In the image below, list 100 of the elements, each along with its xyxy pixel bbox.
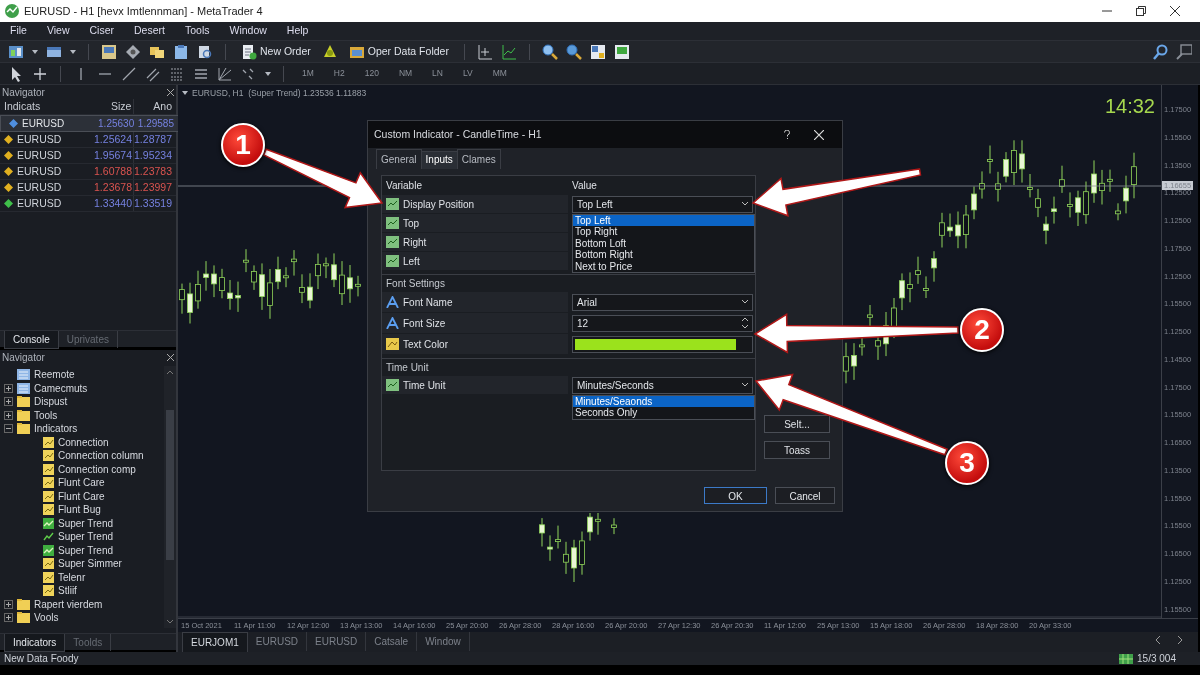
expand-icon[interactable] — [4, 613, 13, 623]
tree-item[interactable]: Flunt Bug — [58, 502, 101, 518]
tree-item[interactable]: Flunt Care — [58, 488, 105, 504]
caret-icon[interactable] — [70, 49, 76, 54]
close-icon[interactable] — [1170, 6, 1180, 16]
dropdown-option[interactable]: Next to Price — [573, 260, 754, 272]
tile-icon[interactable] — [589, 43, 606, 60]
dropdown-option[interactable]: Minutes/Seaonds — [573, 395, 754, 407]
dropdown-field[interactable]: Arial — [572, 293, 753, 311]
timeframe-button[interactable]: NM — [392, 67, 419, 80]
tree-item[interactable]: Super Simmer — [58, 556, 122, 572]
crosshair-icon[interactable] — [32, 65, 48, 82]
dropdown-option[interactable]: Seconds Only — [573, 407, 754, 419]
expand-icon[interactable] — [4, 599, 13, 609]
scroll-left-icon[interactable] — [1156, 636, 1161, 644]
dialog-tab[interactable]: Clames — [456, 149, 501, 169]
dropdown-field[interactable]: Top Left — [572, 195, 753, 213]
tree-item[interactable]: Dispust — [34, 394, 68, 410]
menu-item[interactable]: File — [0, 23, 37, 39]
dialog-button[interactable]: OK — [704, 487, 767, 504]
expert-icon[interactable] — [321, 43, 338, 60]
dialog-button[interactable]: Cancel — [775, 487, 835, 504]
tree-item[interactable]: Stliif — [58, 583, 77, 599]
caret-icon[interactable] — [32, 49, 38, 54]
gann-icon[interactable] — [217, 65, 233, 82]
timeframe-button[interactable]: H2 — [327, 67, 351, 80]
chart-tab[interactable]: Catsale — [366, 632, 418, 651]
tree-item[interactable]: Camecmuts — [34, 380, 88, 396]
timeframe-button[interactable]: LV — [457, 67, 479, 80]
chart-window-icon[interactable] — [101, 43, 117, 60]
tree-item[interactable]: Tools — [34, 407, 58, 423]
symbol-name[interactable]: EURUSD — [17, 179, 62, 196]
fibonacci-icon[interactable] — [169, 65, 185, 82]
panel-tab[interactable]: Indicators — [4, 634, 66, 652]
panel-tab[interactable]: Console — [4, 331, 59, 349]
color-field[interactable] — [572, 335, 753, 353]
dropdown-option[interactable]: Top Right — [573, 226, 754, 238]
expand-icon[interactable] — [4, 383, 13, 393]
screenshot-icon[interactable] — [613, 43, 630, 60]
symbol-name[interactable]: EURUSD — [22, 116, 65, 131]
column-header[interactable]: Value — [568, 177, 753, 193]
caret-icon[interactable] — [265, 71, 271, 76]
expand-icon[interactable] — [4, 397, 13, 407]
chart-tab[interactable]: Window — [417, 632, 470, 651]
chart-tab[interactable]: EURUSD — [307, 632, 367, 651]
tree-item[interactable]: Rapert vierdem — [34, 596, 103, 612]
clipboard-icon[interactable] — [173, 43, 189, 60]
magnifier-icon[interactable] — [197, 43, 213, 60]
tree-item[interactable]: Super Trend — [58, 529, 114, 545]
dropdown-option[interactable]: Bottom Loft — [573, 237, 754, 249]
timeframe-button[interactable]: LN — [426, 67, 449, 80]
expand-icon[interactable] — [4, 410, 13, 420]
symbol-name[interactable]: EURUSD — [17, 163, 62, 180]
dropdown-option[interactable]: Bottom Right — [573, 249, 754, 261]
timeframe-button[interactable]: 1M — [296, 67, 320, 80]
search-icon[interactable] — [1152, 43, 1168, 60]
column-header[interactable]: Size — [94, 98, 135, 115]
tree-item[interactable]: Super Trend — [58, 515, 114, 531]
symbol-name[interactable]: EURUSD — [17, 195, 62, 212]
line-chart-icon[interactable] — [500, 43, 517, 60]
tree-item[interactable]: Reemote — [34, 367, 75, 383]
menu-item[interactable]: Ciser — [79, 23, 124, 39]
dialog-tab[interactable]: Inputs — [420, 151, 458, 169]
timeframe-button[interactable]: 120 — [358, 67, 385, 80]
zoom-in-icon[interactable] — [541, 43, 558, 60]
menu-item[interactable]: Tools — [174, 23, 220, 39]
timeframe-button[interactable]: MM — [486, 67, 513, 80]
tree-item[interactable]: Super Trend — [58, 542, 114, 558]
close-icon[interactable] — [167, 353, 174, 361]
menu-item[interactable]: Window — [219, 23, 277, 39]
help-icon[interactable] — [784, 130, 790, 139]
tree-item[interactable]: Connection column — [58, 448, 144, 464]
navigator-icon[interactable] — [125, 43, 141, 60]
chart-tab[interactable]: EURUSD — [247, 632, 308, 651]
symbol-name[interactable]: EURUSD — [17, 147, 62, 164]
menu-item[interactable]: Help — [276, 23, 319, 39]
side-button[interactable]: Selt... — [764, 415, 830, 433]
spin-field[interactable]: 12 — [572, 314, 753, 332]
symbol-name[interactable]: EURUSD — [17, 131, 62, 148]
tree-item[interactable]: Flunt Care — [58, 475, 105, 491]
new-chart-icon[interactable] — [8, 43, 24, 60]
close-icon[interactable] — [167, 88, 174, 96]
trend-line-icon[interactable] — [121, 65, 137, 82]
chart-tab[interactable]: EURJOM1 — [182, 632, 248, 653]
tree-item[interactable]: Telenr — [58, 569, 86, 585]
data-folder-button[interactable]: Oper Data Folder — [345, 43, 452, 60]
dropdown-field[interactable]: Minutes/Seconds — [572, 376, 753, 394]
new-order-button[interactable]: New Order — [238, 43, 314, 60]
menu-item[interactable]: View — [36, 23, 80, 39]
collapse-icon[interactable] — [4, 424, 13, 434]
tree-item[interactable]: Connection — [58, 434, 109, 450]
column-header[interactable]: Variable — [382, 177, 568, 193]
tree-item[interactable]: Indicators — [34, 421, 78, 437]
column-header[interactable]: Ano — [134, 98, 176, 115]
side-button[interactable]: Toass — [764, 441, 830, 459]
add-chart-icon[interactable] — [476, 43, 493, 60]
restore-icon[interactable] — [1136, 6, 1146, 16]
column-header[interactable]: Indicats — [0, 98, 95, 115]
tree-item[interactable]: Vools — [34, 610, 59, 626]
menu-item[interactable]: Desert — [124, 23, 175, 39]
